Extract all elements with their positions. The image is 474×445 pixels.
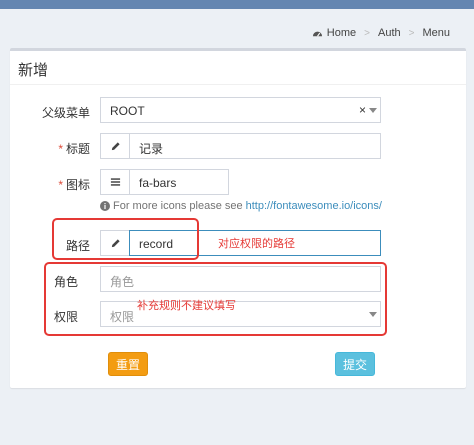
info-icon <box>100 201 110 211</box>
icon-addon <box>100 169 130 195</box>
bars-icon <box>110 178 120 186</box>
breadcrumb: Home > Auth > Menu <box>312 27 450 39</box>
submit-button[interactable]: 提交 <box>335 352 375 376</box>
icon-help: For more icons please see http://fontawe… <box>100 200 382 212</box>
divider <box>10 84 466 85</box>
icon-value: fa-bars <box>139 176 177 190</box>
breadcrumb-home[interactable]: Home <box>327 27 356 39</box>
icon-label: * 图标 <box>58 178 90 192</box>
title-value: 记录 <box>139 142 164 156</box>
help-text: For more icons please see <box>113 200 243 212</box>
parent-menu-select[interactable]: ROOT × <box>100 97 381 123</box>
parent-menu-label: 父级菜单 <box>41 106 90 120</box>
rules-highlight-box <box>44 262 387 336</box>
breadcrumb-separator: > <box>408 27 415 39</box>
title-addon <box>100 133 130 159</box>
title-label: * 标题 <box>58 142 90 156</box>
path-highlight-box <box>52 218 199 260</box>
form-title: 新增 <box>18 62 49 79</box>
breadcrumb-separator: > <box>364 27 370 39</box>
title-input[interactable]: 记录 <box>129 133 381 159</box>
parent-menu-value: ROOT <box>110 104 145 118</box>
pencil-icon <box>111 141 120 150</box>
path-annotation: 对应权限的路径 <box>218 238 295 250</box>
fontawesome-link[interactable]: http://fontawesome.io/icons/ <box>246 200 382 212</box>
breadcrumb-auth[interactable]: Auth <box>378 27 401 39</box>
reset-button[interactable]: 重置 <box>108 352 148 376</box>
breadcrumb-menu: Menu <box>422 27 450 39</box>
chevron-down-icon[interactable] <box>369 108 377 113</box>
clear-icon[interactable]: × <box>359 103 366 117</box>
dashboard-icon <box>312 31 322 37</box>
top-navbar <box>0 0 474 9</box>
icon-input[interactable]: fa-bars <box>129 169 229 195</box>
